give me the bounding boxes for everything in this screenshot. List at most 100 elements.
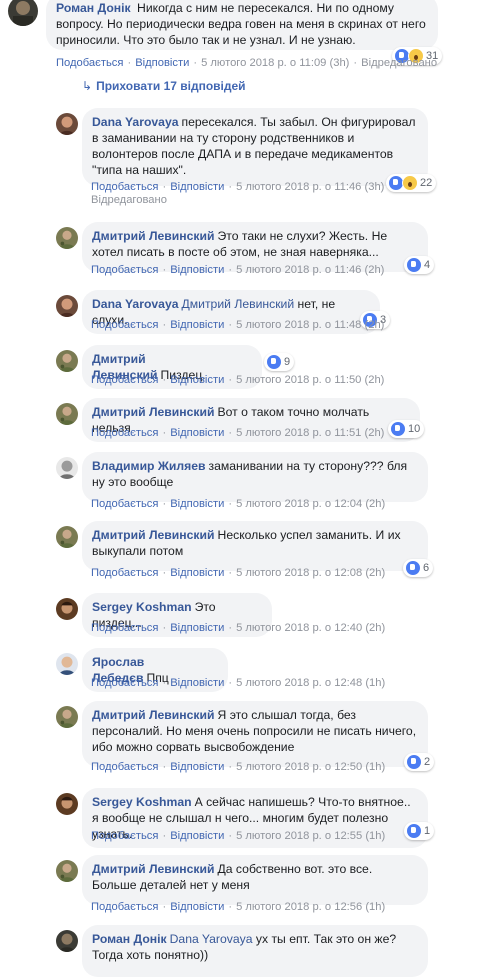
comment-bubble: Роман Донік Dana Yarovaya ух ты епт. Так …	[82, 925, 428, 977]
like-link[interactable]: Подобається	[91, 427, 158, 439]
like-icon	[405, 560, 421, 576]
comment-bubble: Владимир Жиляев заманивании на ту сторону…	[82, 452, 428, 502]
reply-link[interactable]: Відповісти	[170, 677, 224, 689]
like-link[interactable]: Подобається	[91, 181, 158, 193]
timestamp[interactable]: 5 лютого 2018 р. о 12:48 (1h)	[236, 677, 385, 689]
like-link[interactable]: Подобається	[56, 57, 123, 69]
avatar[interactable]	[56, 457, 78, 479]
reaction-summary[interactable]: 9	[264, 353, 295, 371]
reaction-count: 22	[420, 177, 433, 189]
like-link[interactable]: Подобається	[91, 677, 158, 689]
reply-link[interactable]: Відповісти	[170, 761, 224, 773]
like-link[interactable]: Подобається	[91, 830, 158, 842]
comment-actions: Подобається · Відповісти · 5 лютого 2018 р. …	[91, 181, 385, 193]
reply-link[interactable]: Відповісти	[170, 319, 224, 331]
wow-icon	[402, 175, 418, 191]
reaction-summary[interactable]: 1	[404, 822, 435, 840]
reaction-summary[interactable]: 10	[388, 420, 425, 438]
timestamp[interactable]: 5 лютого 2018 р. о 12:55 (1h)	[236, 830, 385, 842]
like-link[interactable]: Подобається	[91, 264, 158, 276]
comment-actions: Подобається · Відповісти · 5 лютого 2018 р. …	[91, 374, 385, 386]
reaction-count: 10	[408, 423, 421, 435]
avatar[interactable]	[56, 598, 78, 620]
comment-author[interactable]: Дмитрий Левинский	[92, 405, 215, 419]
like-link[interactable]: Подобається	[91, 901, 158, 913]
reply-link[interactable]: Відповісти	[170, 830, 224, 842]
reaction-summary[interactable]: 2	[404, 753, 435, 771]
comment-author[interactable]: Dana Yarovaya	[92, 297, 179, 311]
reply-arrow-icon: ↳	[82, 79, 93, 93]
hide-replies-label: Приховати 17 відповідей	[96, 79, 246, 93]
avatar[interactable]	[56, 113, 78, 135]
comment-author[interactable]: Sergey Koshman	[92, 795, 192, 809]
avatar[interactable]	[56, 793, 78, 815]
like-link[interactable]: Подобається	[91, 622, 158, 634]
mention-link[interactable]: Дмитрий Левинский	[182, 297, 295, 311]
comment-actions: Подобається · Відповісти · 5 лютого 2018 р. …	[91, 498, 386, 510]
timestamp[interactable]: 5 лютого 2018 р. о 12:50 (1h)	[236, 761, 385, 773]
comment-author[interactable]: Дмитрий Левинский	[92, 528, 215, 542]
timestamp[interactable]: 5 лютого 2018 р. о 12:56 (1h)	[236, 901, 385, 913]
timestamp[interactable]: 5 лютого 2018 р. о 11:48 (2h)	[236, 319, 384, 331]
avatar[interactable]	[56, 295, 78, 317]
reply-link[interactable]: Відповісти	[135, 57, 189, 69]
reaction-summary[interactable]: 22	[386, 174, 437, 192]
comment-bubble: Дмитрий Левинский Несколько успел заманит…	[82, 521, 428, 571]
reaction-summary[interactable]: 6	[403, 559, 434, 577]
comment-author[interactable]: Дмитрий Левинский	[92, 708, 215, 722]
avatar[interactable]	[56, 227, 78, 249]
like-link[interactable]: Подобається	[91, 319, 158, 331]
comment-actions: Подобається · Відповісти · 5 лютого 2018 р. …	[91, 830, 386, 842]
reaction-summary[interactable]: 4	[404, 256, 435, 274]
reply-link[interactable]: Відповісти	[170, 622, 224, 634]
mention-link[interactable]: Dana Yarovaya	[170, 932, 253, 946]
comment-author[interactable]: Дмитрий Левинский	[92, 229, 215, 243]
reaction-count: 2	[424, 756, 431, 768]
reply-link[interactable]: Відповісти	[170, 374, 224, 386]
avatar[interactable]	[56, 403, 78, 425]
like-link[interactable]: Подобається	[91, 374, 158, 386]
reply-link[interactable]: Відповісти	[170, 181, 224, 193]
like-link[interactable]: Подобається	[91, 761, 158, 773]
timestamp[interactable]: 5 лютого 2018 р. о 11:46 (2h)	[236, 264, 384, 276]
timestamp[interactable]: 5 лютого 2018 р. о 11:09 (3h)	[201, 57, 349, 69]
avatar[interactable]	[56, 653, 78, 675]
hide-replies-link[interactable]: ↳ Приховати 17 відповідей	[82, 79, 246, 93]
reply-link[interactable]: Відповісти	[170, 264, 224, 276]
like-link[interactable]: Подобається	[91, 498, 158, 510]
reaction-count: 9	[284, 356, 291, 368]
avatar[interactable]	[56, 706, 78, 728]
comment-bubble: Дмитрий Левинский Да собственно вот. это …	[82, 855, 428, 905]
comment-author[interactable]: Дмитрий Левинский	[92, 862, 215, 876]
comment-actions: Подобається · Відповісти · 5 лютого 2018 р. …	[91, 901, 386, 913]
avatar[interactable]	[56, 350, 78, 372]
edited-label[interactable]: Відредаговано	[361, 57, 437, 69]
comment-author[interactable]: Роман Донік	[92, 932, 167, 946]
avatar[interactable]	[8, 0, 38, 26]
timestamp[interactable]: 5 лютого 2018 р. о 12:08 (2h)	[236, 567, 385, 579]
reply-link[interactable]: Відповісти	[170, 427, 224, 439]
reply-link[interactable]: Відповісти	[170, 901, 224, 913]
avatar[interactable]	[56, 930, 78, 952]
comment-author[interactable]: Sergey Koshman	[92, 600, 192, 614]
reaction-count: 6	[423, 562, 430, 574]
timestamp[interactable]: 5 лютого 2018 р. о 11:46 (3h)	[236, 181, 384, 193]
comment-author[interactable]: Роман Донік	[56, 1, 131, 15]
timestamp[interactable]: 5 лютого 2018 р. о 11:51 (2h)	[236, 427, 384, 439]
comment-bubble: Dana Yarovaya пересекался. Ты забыл. Он ф…	[82, 108, 428, 186]
avatar[interactable]	[56, 860, 78, 882]
like-link[interactable]: Подобається	[91, 567, 158, 579]
comment-bubble: Дмитрий Левинский Я это слышал тогда, без…	[82, 701, 428, 767]
comment-author[interactable]: Dana Yarovaya	[92, 115, 179, 129]
timestamp[interactable]: 5 лютого 2018 р. о 12:40 (2h)	[236, 622, 385, 634]
edited-label[interactable]: Відредаговано	[91, 194, 167, 206]
timestamp[interactable]: 5 лютого 2018 р. о 11:50 (2h)	[236, 374, 384, 386]
reaction-count: 4	[424, 259, 431, 271]
comment-actions: Подобається · Відповісти · 5 лютого 2018 р. …	[91, 567, 386, 579]
reply-link[interactable]: Відповісти	[170, 498, 224, 510]
comment-author[interactable]: Владимир Жиляев	[92, 459, 206, 473]
timestamp[interactable]: 5 лютого 2018 р. о 12:04 (2h)	[236, 498, 385, 510]
comment-actions: Подобається · Відповісти · 5 лютого 2018 р. …	[56, 57, 438, 69]
avatar[interactable]	[56, 526, 78, 548]
reply-link[interactable]: Відповісти	[170, 567, 224, 579]
